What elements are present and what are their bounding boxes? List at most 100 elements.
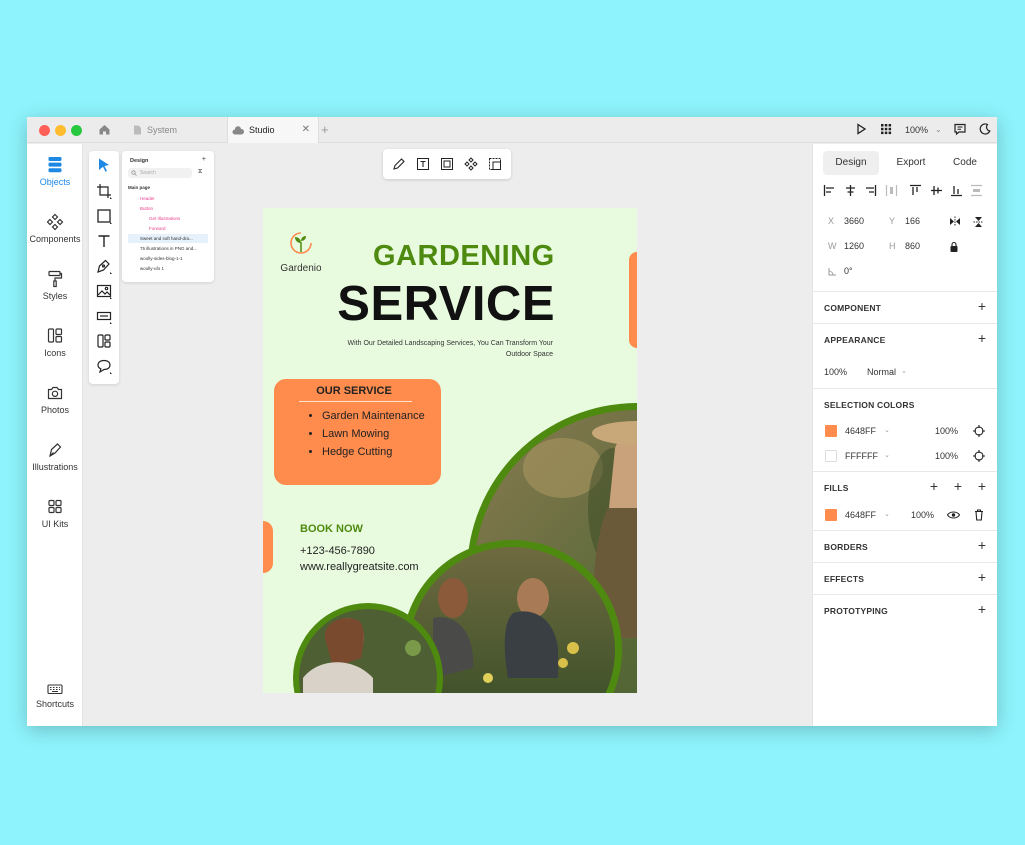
add-fill-button[interactable]: + [954,478,962,494]
add-border-button[interactable]: + [978,537,986,553]
fill-swatch[interactable] [825,509,837,521]
distribute-horizontal-icon[interactable] [885,184,898,197]
rotation-icon [828,268,836,276]
add-page-button[interactable]: + [202,156,206,163]
sidebar-item-label: Icons [44,348,66,358]
layer-row[interactable]: woolly-sides-blog-1-1 [128,254,208,263]
target-icon[interactable] [973,450,985,462]
fills-section: FILLS + + + [813,471,997,503]
sidebar-item-components[interactable]: Components [27,213,83,244]
y-label: Y [889,216,896,226]
close-window-button[interactable] [39,125,50,136]
align-left-icon[interactable] [823,184,836,197]
image-icon[interactable] [96,283,112,299]
layer-row[interactable]: Main page [128,183,208,192]
eye-icon[interactable] [947,510,960,520]
w-input[interactable]: 1260 [844,241,864,251]
color-opacity[interactable]: 100% [935,426,958,436]
input-component-icon[interactable] [96,308,112,324]
chevron-down-icon: ⌄ [901,368,907,375]
color-swatch[interactable] [825,450,837,462]
sidebar-item-icons[interactable]: Icons [27,327,83,358]
camera-icon [47,386,63,400]
poster-artboard[interactable]: Gardenio GARDENING SERVICE With Our Deta… [263,208,637,693]
zoom-dropdown[interactable]: 100% [905,125,928,135]
layer-row[interactable]: Button [128,204,208,213]
sidebar-item-objects[interactable]: Objects [27,156,83,187]
h-input[interactable]: 860 [905,241,920,251]
layers-search-input[interactable]: Search [128,168,192,178]
layer-row[interactable]: woolly-ufo 1 [128,264,208,273]
add-fill-button[interactable]: + [978,478,986,494]
close-tab-button[interactable]: ✕ [302,124,310,135]
selection-colors-section: SELECTION COLORS [813,388,997,420]
layer-row[interactable]: Header [128,194,208,203]
play-icon[interactable] [855,122,867,136]
layers-panel: Design + Search ⧖ Main page Header Butto… [122,151,214,282]
sidebar-item-photos[interactable]: Photos [27,384,83,415]
tab-design[interactable]: Design [823,151,879,175]
crop-frame-icon[interactable] [440,157,454,171]
select-arrow-icon[interactable] [96,157,112,173]
align-center-horizontal-icon[interactable] [844,184,857,197]
comment-icon[interactable] [953,122,967,136]
target-icon[interactable] [973,425,985,437]
rectangle-icon[interactable] [96,208,112,224]
add-appearance-button[interactable]: + [978,330,986,346]
text-icon[interactable] [96,233,112,249]
layer-row[interactable]: Forward [128,224,208,233]
y-input[interactable]: 166 [905,216,920,226]
layer-row[interactable]: Get Illustrations [128,214,208,223]
align-right-icon[interactable] [864,184,877,197]
add-prototyping-button[interactable]: + [978,601,986,617]
opacity-input[interactable]: 100% [824,367,847,377]
minimize-window-button[interactable] [55,125,66,136]
align-bottom-icon[interactable] [950,184,963,197]
color-hex[interactable]: 4648FF [845,426,876,436]
tab-export[interactable]: Export [883,151,939,175]
flip-vertical-icon[interactable] [973,216,984,228]
pen-icon[interactable] [96,258,112,274]
blend-mode-select[interactable]: Normal [867,367,896,377]
flip-horizontal-icon[interactable] [949,216,961,227]
grid-icon[interactable] [879,122,893,136]
maximize-window-button[interactable] [71,125,82,136]
add-effect-button[interactable]: + [978,569,986,585]
filter-icon[interactable]: ⧖ [198,169,202,176]
sidebar-item-ui-kits[interactable]: UI Kits [27,498,83,529]
fill-opacity[interactable]: 100% [911,510,934,520]
text-box-icon[interactable] [416,157,430,171]
moon-icon[interactable] [978,122,992,136]
layers-header[interactable]: Design [130,158,148,164]
add-tab-button[interactable]: + [321,122,329,137]
speech-bubble-icon[interactable] [96,358,112,374]
mask-icon[interactable] [488,157,502,171]
layer-row[interactable]: 75 illustrations in PNG and... [128,244,208,253]
tab-system[interactable]: System [129,117,224,143]
frame-icon[interactable] [96,183,112,199]
keyboard-icon [47,684,63,695]
distribute-vertical-icon[interactable] [970,184,983,197]
rotation-input[interactable]: 0° [844,266,853,276]
fill-hex[interactable]: 4648FF [845,510,876,520]
layer-row[interactable]: Sweet and soft hand-dra... [128,234,208,243]
add-fill-button[interactable]: + [930,478,938,494]
align-top-icon[interactable] [909,184,922,197]
home-icon[interactable] [98,123,111,136]
sidebar-item-styles[interactable]: Styles [27,270,83,301]
color-opacity[interactable]: 100% [935,451,958,461]
tab-studio[interactable]: Studio ✕ [227,117,319,143]
trash-icon[interactable] [974,509,984,521]
component-diamond-icon[interactable] [464,157,478,171]
sidebar-item-illustrations[interactable]: Illustrations [27,441,83,472]
lock-icon[interactable] [949,241,959,253]
color-hex[interactable]: FFFFFF [845,451,878,461]
assets-icon[interactable] [96,333,112,349]
add-component-button[interactable]: + [978,298,986,314]
x-input[interactable]: 3660 [844,216,864,226]
sidebar-item-shortcuts[interactable]: Shortcuts [27,682,83,709]
tab-code[interactable]: Code [937,151,993,175]
pencil-icon[interactable] [392,157,406,171]
align-middle-vertical-icon[interactable] [930,184,943,197]
color-swatch[interactable] [825,425,837,437]
